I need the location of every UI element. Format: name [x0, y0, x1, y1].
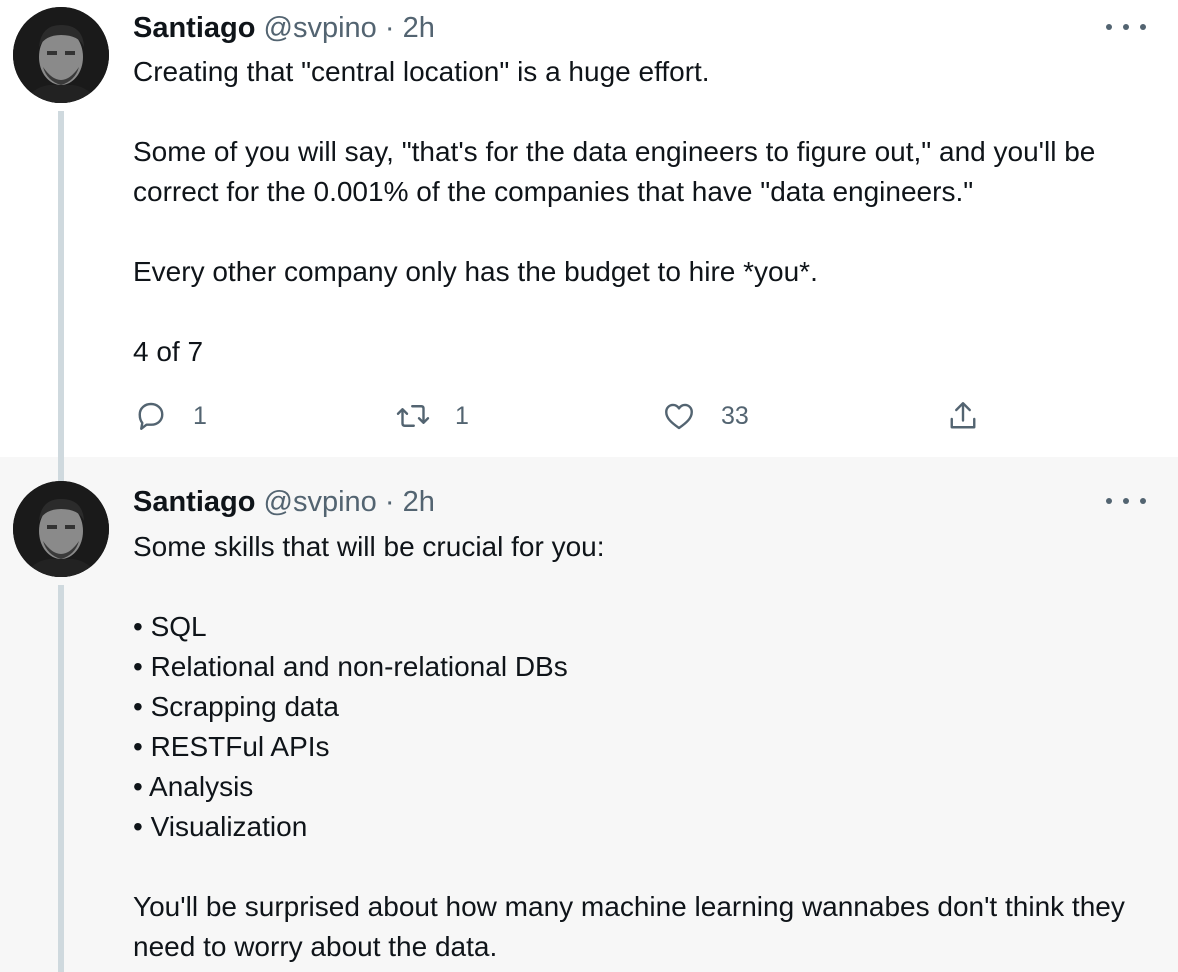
skills-bullet-list: • SQL • Relational and non-relational DB… — [133, 611, 568, 842]
tweet-timestamp[interactable]: 2h — [403, 486, 435, 518]
tweet-paragraph: Every other company only has the budget … — [133, 256, 818, 287]
header-separator: · — [384, 12, 395, 44]
more-options-button[interactable] — [1106, 491, 1146, 511]
more-options-icon-dot — [1123, 498, 1129, 504]
tweet-text: Some skills that will be crucial for you… — [133, 527, 1153, 967]
thread-counter: 4 of 7 — [133, 336, 204, 367]
tweet-timestamp[interactable]: 2h — [403, 12, 435, 44]
more-options-icon-dot — [1106, 498, 1112, 504]
retweet-count: 1 — [455, 401, 469, 430]
retweet-icon — [396, 405, 430, 427]
thread-connector-line — [58, 457, 64, 481]
tweet-paragraph: You'll be surprised about how many machi… — [133, 891, 1133, 962]
more-options-icon-dot — [1140, 498, 1146, 504]
author-avatar[interactable] — [13, 7, 109, 103]
author-name[interactable]: Santiago — [133, 486, 255, 518]
tweet-paragraph: Some skills that will be crucial for you… — [133, 531, 605, 562]
avatar-portrait-image — [13, 481, 109, 577]
author-handle[interactable]: @svpino — [264, 12, 377, 44]
tweet-header: Santiago @svpino · 2h — [133, 485, 435, 519]
author-handle[interactable]: @svpino — [264, 486, 377, 518]
reply-button[interactable]: 1 — [133, 396, 207, 436]
more-options-button[interactable] — [1106, 17, 1146, 37]
author-name[interactable]: Santiago — [133, 12, 255, 44]
more-options-icon-dot — [1123, 24, 1129, 30]
reply-count: 1 — [193, 401, 207, 430]
share-icon — [950, 402, 976, 429]
author-avatar[interactable] — [13, 481, 109, 577]
more-options-icon-dot — [1106, 24, 1112, 30]
tweet-paragraph: Some of you will say, "that's for the da… — [133, 136, 1104, 207]
tweet-actions-bar: 1 1 33 — [133, 396, 1003, 436]
heart-icon — [665, 403, 693, 430]
share-button[interactable] — [945, 396, 981, 436]
avatar-portrait-image — [13, 7, 109, 103]
header-separator: · — [384, 486, 395, 518]
like-button[interactable]: 33 — [661, 396, 749, 436]
tweet-header: Santiago @svpino · 2h — [133, 11, 435, 45]
tweet-4-of-7[interactable]: Santiago @svpino · 2h Creating that "cen… — [0, 0, 1178, 457]
more-options-icon-dot — [1140, 24, 1146, 30]
like-count: 33 — [721, 401, 749, 430]
reply-icon — [138, 402, 164, 430]
retweet-button[interactable]: 1 — [395, 396, 469, 436]
thread-connector-line — [58, 111, 64, 457]
tweet-5-of-7[interactable]: Santiago @svpino · 2h Some skills that w… — [0, 457, 1178, 972]
tweet-text: Creating that "central location" is a hu… — [133, 52, 1153, 372]
tweet-paragraph: Creating that "central location" is a hu… — [133, 56, 710, 87]
thread-connector-line — [58, 585, 64, 972]
